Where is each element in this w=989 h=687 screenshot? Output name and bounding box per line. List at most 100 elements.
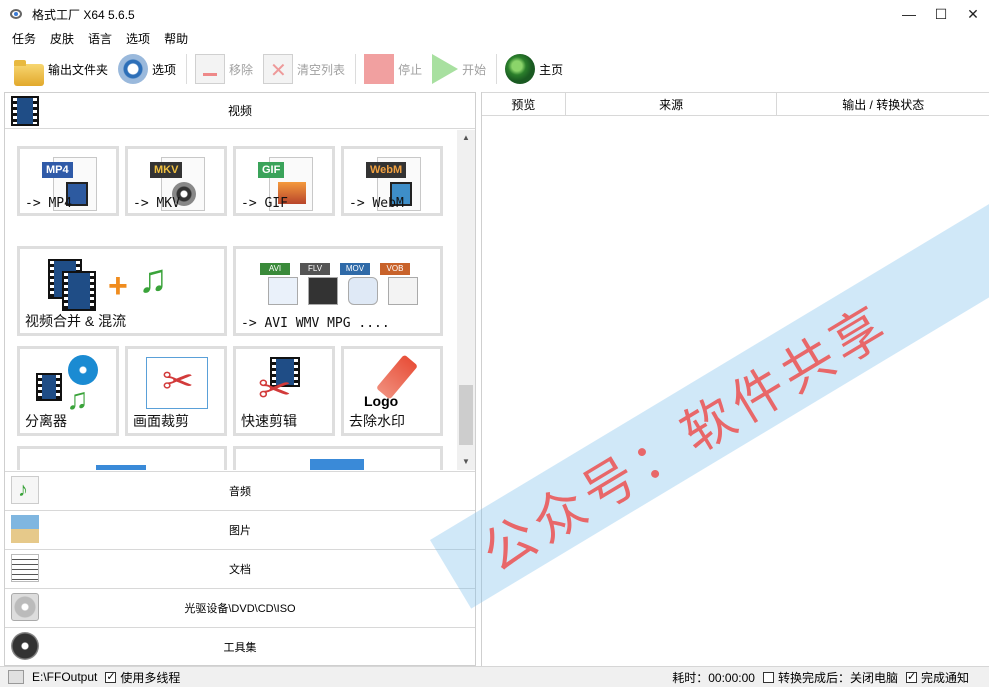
globe-icon — [505, 54, 536, 84]
video-tools-grid: MP4 -> MP4 MKV -> MKV GIF -> GIF WebM ->… — [5, 130, 457, 470]
toolbar: 输出文件夹 选项 移除 清空列表 停止 开始 主页 — [0, 48, 989, 90]
video-merge-tile[interactable]: + ♫ 视频合并 & 混流 — [17, 246, 227, 336]
menu-language[interactable]: 语言 — [88, 30, 112, 47]
clear-list-label: 清空列表 — [297, 62, 346, 77]
audio-category-label: 音频 — [229, 485, 251, 498]
multithread-label: 使用多线程 — [120, 670, 181, 685]
scroll-down-arrow[interactable]: ▼ — [457, 454, 475, 470]
reel-icon — [68, 355, 98, 385]
remove-label: 移除 — [229, 62, 254, 77]
output-path[interactable]: E:\FFOutput — [32, 670, 97, 684]
remove-button[interactable]: 移除 — [195, 51, 253, 87]
menu-task[interactable]: 任务 — [12, 30, 36, 47]
splitter-tile[interactable]: ♫ 分离器 — [17, 346, 119, 436]
tool-icon — [96, 465, 146, 470]
options-icon — [118, 54, 149, 84]
mkv-badge: MKV — [150, 162, 183, 178]
picture-category-label: 图片 — [229, 524, 251, 537]
multithread-checkbox[interactable] — [105, 670, 117, 683]
scroll-up-arrow[interactable]: ▲ — [457, 130, 475, 146]
disc-category[interactable]: 光驱设备\DVD\CD\ISO — [5, 588, 475, 626]
film-icon — [36, 373, 62, 401]
tools-category-label: 工具集 — [223, 641, 257, 654]
quick-cut-tile[interactable]: ✂ 快速剪辑 — [233, 346, 335, 436]
to-mp4-label: -> MP4 — [25, 196, 72, 211]
to-gif-tile[interactable]: GIF -> GIF — [233, 146, 335, 216]
maximize-button[interactable]: ☐ — [925, 0, 957, 28]
task-list-panel: 预览 来源 输出 / 转换状态 — [481, 92, 989, 666]
column-preview[interactable]: 预览 — [482, 93, 566, 115]
picture-category[interactable]: 图片 — [5, 510, 475, 548]
scissors-icon: ✂ — [162, 361, 194, 403]
output-folder-button[interactable]: 输出文件夹 — [14, 51, 108, 87]
toolbar-separator — [186, 54, 188, 84]
column-source[interactable]: 来源 — [566, 93, 778, 115]
column-output-status[interactable]: 输出 / 转换状态 — [777, 93, 989, 115]
flv-badge: FLV — [300, 263, 330, 275]
stop-icon — [364, 54, 395, 84]
video-category-header[interactable]: 视频 — [5, 93, 475, 129]
clear-list-button[interactable]: 清空列表 — [263, 51, 345, 87]
picture-icon — [11, 515, 39, 543]
minimize-button[interactable]: — — [893, 0, 925, 28]
music-file-icon: ♪ — [11, 476, 39, 504]
play-icon — [432, 54, 459, 84]
video-grid-scrollbar[interactable]: ▲ ▼ — [457, 130, 475, 470]
quick-cut-label: 快速剪辑 — [241, 413, 297, 429]
webm-badge: WebM — [366, 162, 407, 178]
start-label: 开始 — [462, 62, 487, 77]
remove-watermark-label: 去除水印 — [349, 413, 405, 429]
options-label: 选项 — [152, 62, 177, 77]
scissors-icon: ✂ — [258, 368, 292, 412]
document-icon — [11, 554, 39, 582]
stop-button[interactable]: 停止 — [364, 51, 422, 87]
remove-watermark-tile[interactable]: Logo 去除水印 — [341, 346, 443, 436]
gif-badge: GIF — [258, 162, 285, 178]
crop-tile[interactable]: ✂ 画面裁剪 — [125, 346, 227, 436]
menu-help[interactable]: 帮助 — [164, 30, 188, 47]
close-button[interactable]: ✕ — [957, 0, 989, 28]
film-icon — [11, 96, 39, 126]
output-folder-label: 输出文件夹 — [48, 62, 109, 77]
to-mp4-tile[interactable]: MP4 -> MP4 — [17, 146, 119, 216]
stop-label: 停止 — [398, 62, 423, 77]
toolbar-separator — [496, 54, 498, 84]
document-category[interactable]: 文档 — [5, 549, 475, 587]
disc-category-label: 光驱设备\DVD\CD\ISO — [184, 602, 296, 615]
to-gif-label: -> GIF — [241, 196, 288, 211]
task-list-header: 预览 来源 输出 / 转换状态 — [482, 92, 989, 116]
to-webm-tile[interactable]: WebM -> WebM — [341, 146, 443, 216]
folder-icon — [14, 60, 44, 86]
audio-category[interactable]: ♪ 音频 — [5, 471, 475, 509]
video-merge-label: 视频合并 & 混流 — [25, 313, 127, 329]
start-button[interactable]: 开始 — [432, 51, 486, 87]
options-button[interactable]: 选项 — [118, 51, 176, 87]
home-button[interactable]: 主页 — [505, 51, 563, 87]
menu-skin[interactable]: 皮肤 — [50, 30, 74, 47]
crop-label: 画面裁剪 — [133, 413, 189, 429]
to-other-formats-tile[interactable]: AVI FLV MOV VOB -> AVI WMV MPG .... — [233, 246, 443, 336]
document-category-label: 文档 — [229, 563, 251, 576]
more-tool-tile[interactable] — [233, 446, 443, 470]
window-title: 格式工厂 X64 5.6.5 — [32, 7, 135, 22]
notify-label: 完成通知 — [920, 670, 969, 685]
elapsed-time: 耗时：00:00:00 — [672, 670, 755, 685]
music-note-icon: ♫ — [138, 257, 168, 301]
music-note-icon: ♫ — [66, 383, 89, 416]
app-icon — [8, 6, 24, 22]
category-panel: 视频 MP4 -> MP4 MKV -> MKV GIF -> GIF WebM… — [4, 92, 476, 666]
to-mkv-tile[interactable]: MKV -> MKV — [125, 146, 227, 216]
after-done-label: 转换完成后：关闭电脑 — [777, 670, 898, 685]
more-tool-tile[interactable] — [17, 446, 227, 470]
status-bar: E:\FFOutput 使用多线程 耗时：00:00:00 转换完成后：关闭电脑… — [0, 666, 989, 687]
scroll-thumb[interactable] — [459, 385, 473, 445]
vob-badge: VOB — [380, 263, 410, 275]
tools-category[interactable]: 工具集 — [5, 627, 475, 665]
after-done-checkbox[interactable] — [762, 671, 774, 683]
clear-icon — [263, 54, 294, 84]
tool-icon — [310, 459, 364, 470]
avi-badge: AVI — [260, 263, 290, 275]
notify-checkbox[interactable] — [905, 670, 917, 683]
title-bar: 格式工厂 X64 5.6.5 — ☐ ✕ — [0, 0, 989, 28]
menu-options[interactable]: 选项 — [126, 30, 150, 47]
